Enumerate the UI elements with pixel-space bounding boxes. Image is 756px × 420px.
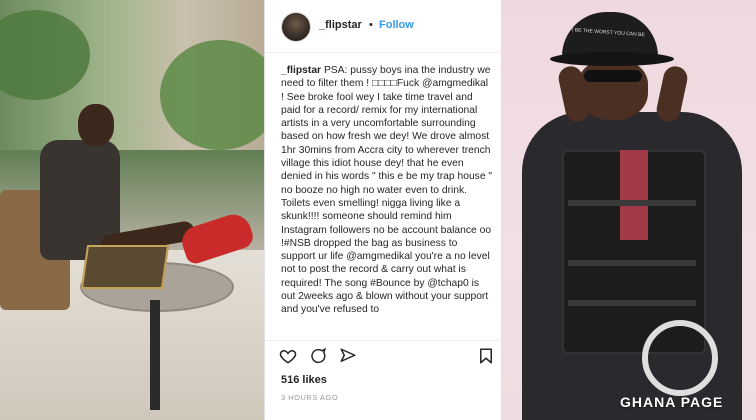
post-header: _flipstar • Follow bbox=[265, 0, 501, 53]
vest-strap bbox=[568, 260, 696, 266]
heart-icon[interactable] bbox=[279, 347, 297, 365]
watermark-brand: GHANA PAGE bbox=[620, 394, 724, 410]
watermark-logo bbox=[642, 320, 718, 396]
caption-username[interactable]: _flipstar bbox=[281, 65, 321, 76]
follow-button[interactable]: Follow bbox=[379, 19, 414, 31]
vest-strap bbox=[568, 200, 696, 206]
post-timestamp: 3 HOURS AGO bbox=[281, 393, 339, 402]
red-shirt bbox=[620, 150, 648, 240]
left-photo bbox=[0, 0, 264, 420]
vest-strap bbox=[568, 300, 696, 306]
post-caption: _flipstar PSA: pussy boys ina the indust… bbox=[281, 64, 493, 317]
caption-text: PSA: pussy boys ina the industry we need… bbox=[281, 65, 493, 316]
post-username[interactable]: _flipstar bbox=[319, 19, 362, 31]
sunglasses bbox=[584, 70, 642, 82]
comment-icon[interactable] bbox=[309, 347, 327, 365]
share-icon[interactable] bbox=[339, 347, 357, 365]
table-leg bbox=[150, 300, 160, 410]
right-photo: I BE THE WORST YOU CAN BE GHANA PAGE bbox=[502, 0, 756, 420]
gift-box bbox=[80, 245, 170, 289]
person-head bbox=[78, 104, 114, 146]
bookmark-icon[interactable] bbox=[477, 347, 495, 365]
action-bar bbox=[265, 340, 501, 371]
hat-brim bbox=[550, 52, 674, 66]
avatar[interactable] bbox=[281, 12, 311, 42]
likes-count[interactable]: 516 likes bbox=[281, 374, 327, 386]
separator-dot: • bbox=[369, 19, 373, 31]
instagram-post: _flipstar • Follow _flipstar PSA: pussy … bbox=[264, 0, 502, 420]
